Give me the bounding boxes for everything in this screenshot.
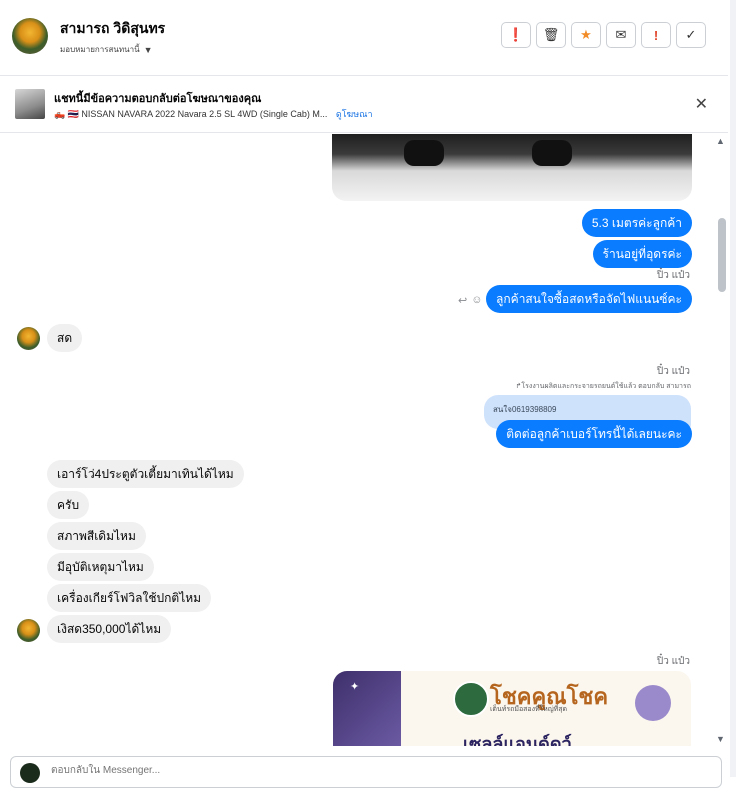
mark-unread-button[interactable]: ✉ [606,22,636,48]
image-message-card[interactable]: ✦ โชคคูณโชค เต็นท์รถมือสองที่ใหญ่ที่สุด … [333,671,691,746]
close-icon[interactable]: ✕ [695,94,708,114]
contact-name[interactable]: สามารถ วิดิสุนทร [60,18,165,40]
message-bubble-incoming[interactable]: สภาพสีเดิมไหม [47,522,146,550]
contact-avatar[interactable] [12,18,48,54]
message-bubble-incoming[interactable]: ครับ [47,491,90,519]
chevron-down-icon: ▼ [143,44,153,55]
header-toolbar: ❗ 🗑 ★ ✉ ! ✓ [501,22,706,48]
card-tagline: เต็นท์รถมือสองที่ใหญ่ที่สุด [490,706,568,713]
reply-icon[interactable]: ↩ [458,294,467,307]
reply-context-label: ↱โรงงานผลิตและกระจายรถยนต์ใช้แล้ว ตอบกลั… [515,383,691,390]
ad-thumbnail [15,89,45,119]
card-sale-text: เซลล์แอนด์ดว์ [463,734,572,746]
message-bubble-incoming[interactable]: เอาร์โว่4ประตูตัวเตี้ยมาเทินได้ไหม [47,460,244,488]
reply-input[interactable] [49,764,653,777]
banner-subtitle: 🛻 🇹🇭 NISSAN NAVARA 2022 Navara 2.5 SL 4W… [54,107,373,121]
mark-spam-button[interactable]: ❗ [501,22,531,48]
sender-label: ปิ๋ว แป๋ว [656,270,690,281]
mail-icon: ✉ [615,27,627,42]
message-composer [10,756,722,788]
chat-scrollbar[interactable]: ▲ ▼ [712,134,728,746]
ad-reply-banner: แชทนี้มีข้อความตอบกลับต่อโฆษณาของคุณ 🛻 🇹… [0,76,728,133]
card-decoration [333,671,401,746]
sender-label: ปิ๋ว แป๋ว [656,366,690,377]
message-bubble-incoming[interactable]: เครื่องเกียร์โฟวิลใช้ปกติไหม [47,584,212,612]
message-bubble-outgoing[interactable]: ติดต่อลูกค้าเบอร์โทรนี้ได้เลยนะคะ [496,420,692,448]
brand-logo [453,681,489,717]
conversation-header: สามารถ วิดิสุนทร มอบหมายการสนทนานี้ ▼ ❗ … [0,0,728,76]
assign-conversation-dropdown[interactable]: มอบหมายการสนทนานี้ ▼ [60,43,153,56]
scrollbar-thumb[interactable] [718,218,726,292]
scroll-down-icon[interactable]: ▼ [716,734,725,744]
page-avatar [20,763,40,783]
banner-title: แชทนี้มีข้อความตอบกลับต่อโฆษณาของคุณ [54,93,262,105]
contact-avatar-small [17,327,40,350]
scroll-up-icon[interactable]: ▲ [716,136,725,146]
message-bubble-outgoing[interactable]: 5.3 เมตรค่ะลูกค้า [581,209,692,237]
contact-avatar-small [17,619,40,642]
emoji-icon[interactable]: ☺ [471,294,482,307]
exclamation-icon: ! [653,27,659,43]
car-photo-message[interactable] [332,134,692,201]
message-bubble-incoming[interactable]: เงิสด350,000ได้ไหม [47,615,172,643]
sparkle-icon: ✦ [350,681,360,693]
page-edge [730,0,736,777]
card-decoration-circle [635,685,671,721]
message-bubble-outgoing[interactable]: ลูกค้าสนใจซื้อสดหรือจัดไฟแนนซ์คะ [486,285,692,313]
alert-icon: ❗ [507,27,525,42]
message-actions: ↩ ☺ [458,294,482,307]
message-bubble-incoming[interactable]: สด [47,324,83,352]
star-button[interactable]: ★ [571,22,601,48]
message-bubble-incoming[interactable]: มีอุบัติเหตุมาไหม [47,553,154,581]
star-icon: ★ [580,27,592,42]
sender-label: ปิ๋ว แป๋ว [656,656,690,667]
follow-up-button[interactable]: ! [641,22,671,48]
view-ad-link[interactable]: ดูโฆษณา [336,109,373,119]
check-icon: ✓ [685,27,697,42]
delete-button[interactable]: 🗑 [536,22,566,48]
trash-icon: 🗑 [542,27,560,42]
ad-name: 🛻 🇹🇭 NISSAN NAVARA 2022 Navara 2.5 SL 4W… [54,109,328,119]
mark-done-button[interactable]: ✓ [676,22,706,48]
assign-label: มอบหมายการสนทนานี้ [60,45,140,54]
message-bubble-outgoing[interactable]: ร้านอยู่ที่อุดรค่ะ [592,240,692,268]
